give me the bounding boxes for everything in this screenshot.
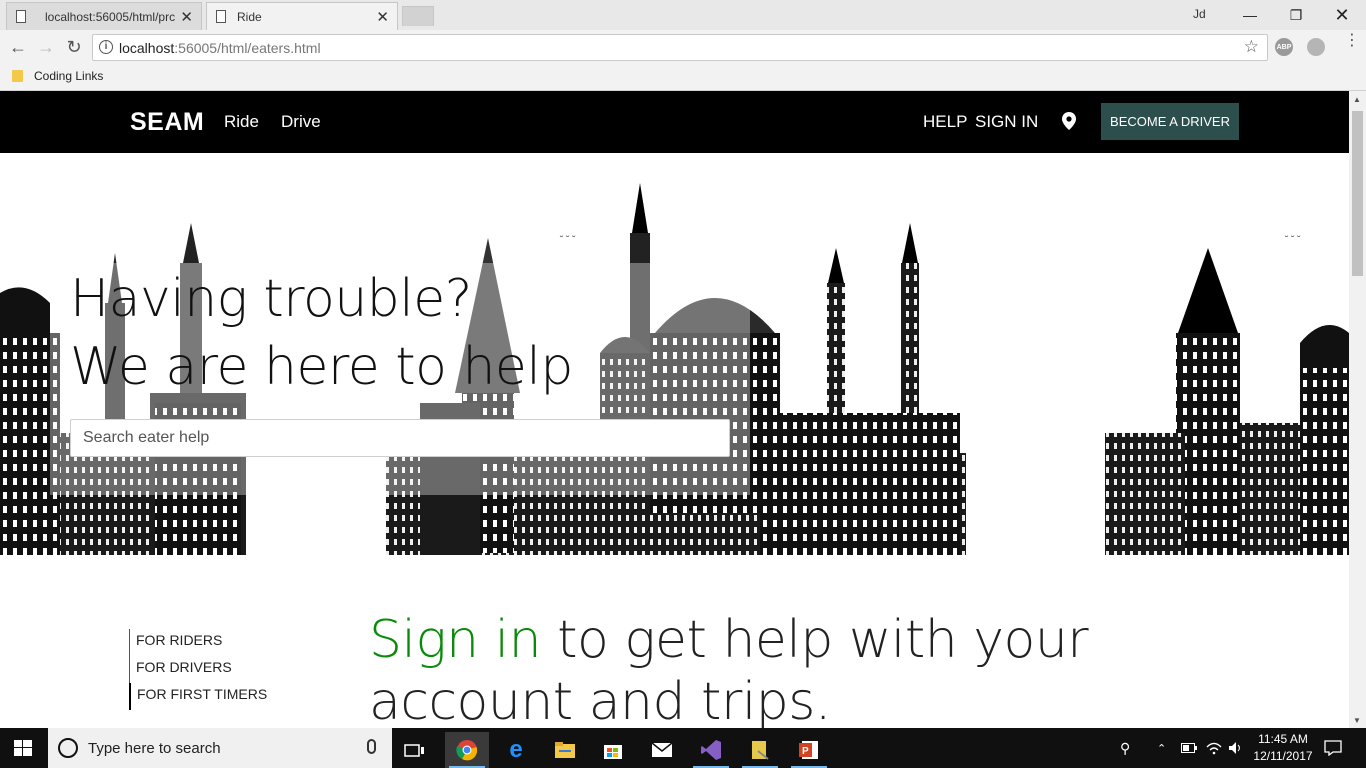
edge-icon[interactable]: e [494,732,538,768]
scroll-down-arrow-icon[interactable]: ▼ [1353,716,1361,725]
nav-sign-in[interactable]: SIGN IN [975,112,1038,132]
location-pin-icon[interactable] [1062,112,1076,130]
bookmark-label: Coding Links [34,69,104,83]
system-clock[interactable]: 11:45 AM 12/11/2017 [1248,731,1318,765]
taskbar-search-placeholder: Type here to search [88,739,221,757]
close-window-button[interactable]: ✕ [1319,0,1365,30]
hero-section: ˘ ˘ ˘ ˘ ˘ ˘ Having trouble? We are here … [0,153,1349,555]
close-tab-icon[interactable]: ✕ [180,8,193,26]
microphone-icon[interactable] [367,739,376,754]
tab-title: localhost:56005/html/prc [45,9,176,24]
hero-headline: Having trouble? We are here to help [70,265,573,401]
link-for-first-timers[interactable]: FOR FIRST TIMERS [129,683,267,710]
taskbar-search-box[interactable]: Type here to search [48,728,392,768]
eater-help-search-input[interactable] [70,419,730,457]
nav-help[interactable]: HELP [923,112,967,132]
page-viewport: SEAM Ride Drive HELP SIGN IN BECOME A DR… [0,91,1349,728]
powerpoint-icon[interactable]: P [787,732,831,768]
signin-message: Sign in to get help with your account an… [369,609,1129,728]
link-for-riders[interactable]: FOR RIDERS [129,629,267,656]
forward-arrow-icon[interactable]: → [35,36,57,58]
scrollbar-thumb[interactable] [1352,111,1363,276]
windows-start-icon[interactable] [14,740,32,756]
document-icon [216,10,226,23]
browser-tab-2[interactable]: Ride ✕ [206,2,398,30]
chrome-icon[interactable] [445,732,489,768]
reload-icon[interactable]: ↻ [63,36,85,58]
browser-toolbar: ← → ↻ i localhost:56005/html/eaters.html… [0,30,1366,64]
restore-button[interactable]: ❐ [1273,0,1319,30]
minimize-button[interactable]: — [1227,0,1273,30]
folder-icon [12,70,23,82]
become-driver-button[interactable]: BECOME A DRIVER [1101,103,1239,140]
address-path: :56005/html/eaters.html [174,39,321,56]
volume-icon[interactable] [1228,728,1244,768]
address-host: localhost [119,39,175,56]
task-view-icon[interactable] [393,732,437,768]
svg-text:˘ ˘ ˘: ˘ ˘ ˘ [559,235,576,246]
help-category-nav: FOR RIDERS FOR DRIVERS FOR FIRST TIMERS [129,629,267,710]
document-icon [16,10,26,23]
action-center-icon[interactable] [1324,728,1342,768]
clock-date: 12/11/2017 [1253,749,1313,763]
bookmarks-bar: Coding Links [0,64,1366,91]
tab-title: Ride [237,9,262,24]
mail-icon[interactable] [640,732,684,768]
svg-text:P: P [802,746,809,757]
signin-link[interactable]: Sign in [369,610,542,670]
wifi-icon[interactable] [1206,728,1222,768]
site-header: SEAM Ride Drive HELP SIGN IN BECOME A DR… [0,91,1349,153]
close-tab-icon[interactable]: ✕ [376,8,389,26]
show-hidden-icons-chevron[interactable]: ⌃ [1157,728,1166,768]
extension-icon[interactable] [1307,38,1325,56]
hero-line-1: Having trouble? [70,269,472,329]
cortana-icon [58,738,78,758]
address-bar[interactable]: i localhost:56005/html/eaters.html ☆ [92,34,1268,61]
people-icon[interactable]: ⚲ [1120,728,1130,768]
menu-icon[interactable]: ⋮ [1344,33,1360,49]
svg-text:˘ ˘ ˘: ˘ ˘ ˘ [1284,235,1301,246]
page-scrollbar[interactable]: ▲ ▼ [1349,91,1366,728]
battery-icon[interactable] [1181,728,1197,768]
extension-label: ABP [1276,43,1292,51]
visual-studio-icon[interactable] [689,732,733,768]
adblock-extension-icon[interactable]: ABP [1275,38,1293,56]
file-explorer-icon[interactable] [543,732,587,768]
nav-ride[interactable]: Ride [224,112,259,132]
profile-label[interactable]: Jd [1193,7,1206,21]
nav-drive[interactable]: Drive [281,112,321,132]
brand-logo[interactable]: SEAM [130,108,204,137]
scroll-up-arrow-icon[interactable]: ▲ [1353,95,1361,104]
store-icon[interactable] [591,732,635,768]
bookmark-star-icon[interactable]: ☆ [1244,37,1259,57]
back-arrow-icon[interactable]: ← [7,36,29,58]
sql-tools-icon[interactable] [738,732,782,768]
browser-tab-bar: localhost:56005/html/prc ✕ Ride ✕ Jd — ❐… [0,0,1366,30]
bookmark-folder[interactable]: Coding Links [12,69,103,83]
clock-time: 11:45 AM [1258,732,1308,746]
windows-taskbar: Type here to search e P ⚲ ⌃ 11:45 AM 12/… [0,728,1366,768]
new-tab-button[interactable] [402,6,434,26]
link-for-drivers[interactable]: FOR DRIVERS [129,656,267,683]
browser-tab-1[interactable]: localhost:56005/html/prc ✕ [6,2,202,30]
info-icon[interactable]: i [99,40,113,54]
hero-line-2: We are here to help [70,337,573,397]
